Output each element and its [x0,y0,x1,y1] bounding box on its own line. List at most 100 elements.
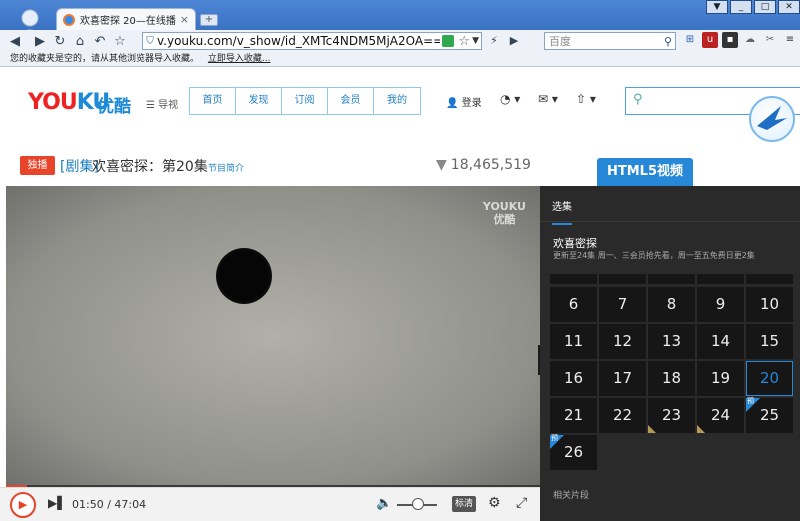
tab-title: 欢喜密探 20—在线播放· [80,16,176,27]
volume-icon[interactable]: 🔈 [376,496,392,511]
tab-close-button[interactable]: × [180,13,189,26]
login-link[interactable]: 👤 登录 [446,94,482,109]
next-episode-icon[interactable]: ▶▌ [48,496,66,510]
episode-number: 25 [759,406,780,424]
message-icon[interactable]: ✉ ▾ [538,92,558,106]
extension-grid-icon[interactable]: ⊞ [682,32,698,48]
volume-knob[interactable] [412,498,424,510]
nav-mine[interactable]: 我的 [374,88,420,114]
episode-7-button[interactable]: 7 [599,287,646,322]
vip-corner-icon [697,425,705,433]
episode-26-button[interactable]: 26 预 [550,434,597,470]
menu-icon[interactable]: ≡ [782,32,798,48]
episode-24-button[interactable]: 24 [697,398,744,433]
history-icon[interactable]: ◔ ▾ [500,92,520,106]
window-menu-button[interactable]: ▼ [706,0,728,14]
import-bookmarks-link[interactable]: 立即导入收藏... [208,54,271,64]
episode-19-button[interactable]: 19 [697,361,744,396]
nav-discover[interactable]: 发现 [236,88,282,114]
address-bar[interactable]: ⛉ v.youku.com/v_show/id_XMTc4NDM5MjA2OA=… [142,32,482,50]
episode-panel: 选集 欢喜密探 更新至24集 周一、三会员抢先看，周一至五免费日更2集 6789… [540,186,800,521]
login-label: 登录 [461,98,482,109]
site-search-icon[interactable]: ⚲ [633,92,643,107]
reload-icon[interactable]: ↻ [50,34,70,49]
video-frame-hole [216,248,272,304]
extension-icons: ⊞ u ▪ ☁ ✂ ≡ [680,32,800,48]
watermark-chinese: 优酷 [493,213,516,226]
main-nav: 首页 发现 订阅 会员 我的 [189,87,421,115]
episode-12-button[interactable]: 12 [599,324,646,359]
quality-button[interactable]: 标清 [452,496,476,512]
episode-11-button[interactable]: 11 [550,324,597,359]
bird-app-icon[interactable] [749,96,795,142]
guide-menu[interactable]: ☰ 导视 [146,96,178,111]
nav-home[interactable]: 首页 [190,88,236,114]
back-icon[interactable]: ◀ [0,34,30,49]
screenshot-icon[interactable]: ✂ [762,32,778,48]
episode-21-button[interactable]: 21 [550,398,597,433]
episode-10-button[interactable]: 10 [746,287,793,322]
episode-grid-scrolled-row [550,274,796,284]
bookmarks-empty-text: 您的收藏夹是空的，请从其他浏览器导入收藏。 [10,54,200,64]
program-intro-link[interactable]: 节目简介 [208,161,244,174]
home-icon[interactable]: ⌂ [70,34,90,49]
episode-15-button[interactable]: 15 [746,324,793,359]
maximize-button[interactable]: □ [754,0,776,14]
episode-23-button[interactable]: 23 [648,398,695,433]
episode-number: 20 [759,369,780,387]
new-tab-button[interactable]: + [200,14,218,26]
favorite-star-icon[interactable]: ☆ [458,34,470,49]
player-controls: ▶ ▶▌ 01:50 / 47:04 🔈 标清 ⚙ ⤢ [0,487,540,521]
bookmark-star-icon[interactable]: ☆ [110,34,130,49]
episode-16-button[interactable]: 16 [550,361,597,396]
play-button[interactable]: ▶ [10,492,36,518]
episode-number: 9 [715,295,726,313]
episode-20-button[interactable]: 20 [746,361,793,396]
episode-number: 10 [759,295,780,313]
episode-number: 26 [563,443,584,461]
media-play-icon[interactable]: ▶ [505,32,523,50]
preview-flag-label: 预 [551,434,558,442]
logo-part-1: YOU [28,90,78,115]
cloud-icon[interactable]: ☁ [742,32,758,48]
close-window-button[interactable]: ✕ [778,0,800,14]
forward-icon[interactable]: ▶ [30,34,50,49]
episode-number: 8 [666,295,677,313]
settings-gear-icon[interactable]: ⚙ [488,495,501,511]
episode-25-button[interactable]: 25 预 [746,397,793,433]
episode-14-button[interactable]: 14 [697,324,744,359]
episode-number: 18 [661,369,682,387]
episode-number: 21 [563,406,584,424]
url-text[interactable]: v.youku.com/v_show/id_XMTc4NDM5MjA2OA==.… [157,34,440,48]
episode-number: 17 [612,369,633,387]
nav-membership[interactable]: 会员 [328,88,374,114]
nav-subscribe[interactable]: 订阅 [282,88,328,114]
window-controls: ▼ _ □ ✕ [704,0,800,14]
browser-toolbar: ◀ ▶ ↻ ⌂ ↶ ☆ ⛉ v.youku.com/v_show/id_XMTc… [0,30,800,52]
undo-icon[interactable]: ↶ [90,34,110,49]
search-icon[interactable]: ⚲ [664,35,672,48]
html5-video-button[interactable]: HTML5视频 [597,158,693,186]
related-clips-heading: 相关片段 [553,491,590,501]
browser-tab[interactable]: 欢喜密探 20—在线播放· × [56,8,196,30]
episode-6-button[interactable]: 6 [550,287,597,322]
notification-icon[interactable]: ▪ [722,32,738,48]
search-box[interactable]: 百度 ⚲ [544,32,676,50]
episode-9-button[interactable]: 9 [697,287,744,322]
security-addon-icon[interactable] [442,35,455,47]
address-dropdown-icon[interactable]: ▼ [472,36,479,46]
episode-8-button[interactable]: 8 [648,287,695,322]
video-player[interactable]: YOUKU 优酷 [6,186,540,486]
episode-18-button[interactable]: 18 [648,361,695,396]
logo-chinese[interactable]: 优酷 [97,92,131,117]
episode-13-button[interactable]: 13 [648,324,695,359]
episode-22-button[interactable]: 22 [599,398,646,433]
minimize-button[interactable]: _ [730,0,752,14]
fullscreen-icon[interactable]: ⤢ [516,495,527,511]
episode-17-button[interactable]: 17 [599,361,646,396]
episode-number: 6 [568,295,579,313]
ublock-icon[interactable]: u [702,32,718,48]
episode-number: 13 [661,332,682,350]
lightning-icon[interactable]: ⚡ [485,32,503,50]
upload-icon[interactable]: ⇧ ▾ [576,92,596,106]
